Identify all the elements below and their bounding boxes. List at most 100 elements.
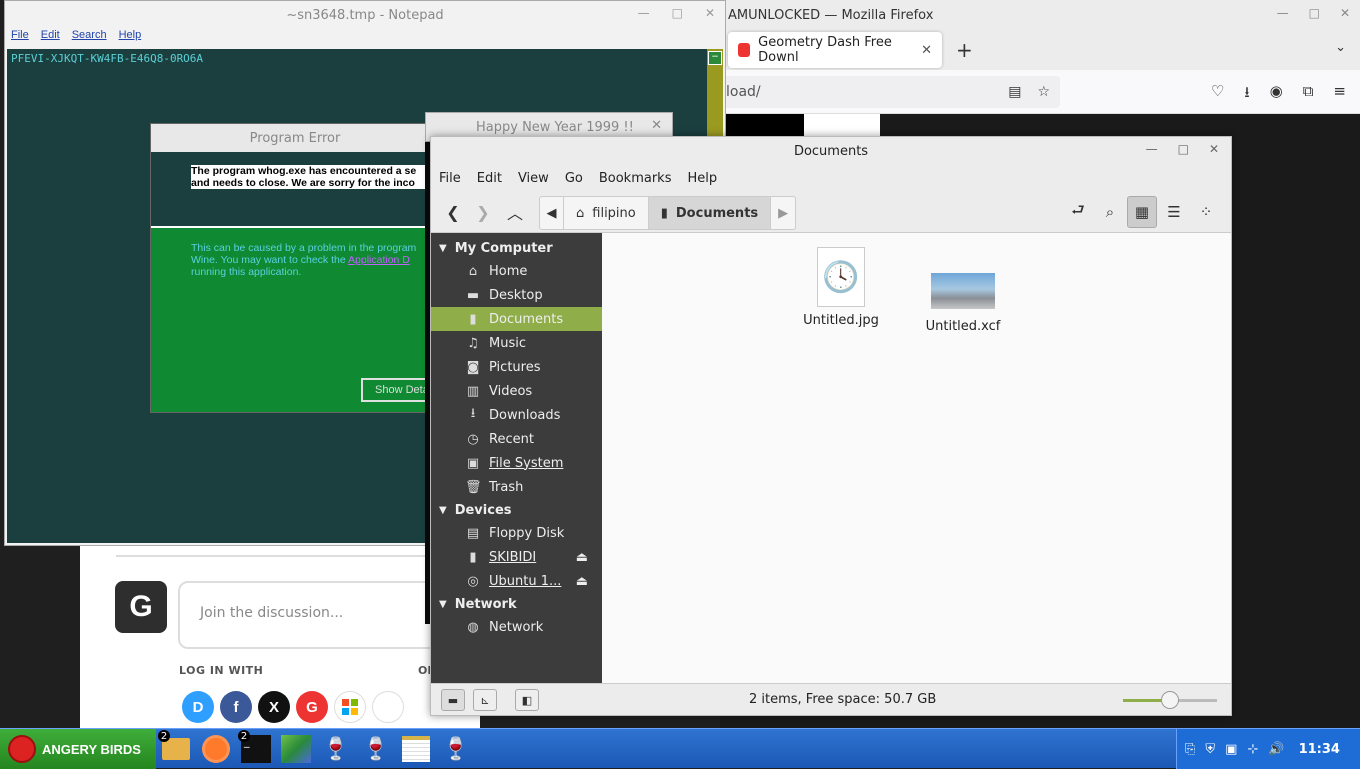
download-icon[interactable]: ⭳ — [1244, 82, 1249, 107]
expander-icon[interactable]: ▼ — [439, 243, 447, 254]
menu-file[interactable]: File — [439, 171, 461, 186]
menu-help[interactable]: Help — [687, 171, 717, 186]
file-manager-title: Documents — [793, 143, 869, 159]
microsoft-login-icon[interactable] — [334, 691, 366, 723]
minimize-icon[interactable]: — — [638, 6, 650, 20]
menu-edit[interactable]: Edit — [41, 29, 60, 47]
scroll-up-icon[interactable]: − — [708, 51, 722, 65]
icon-view-icon[interactable]: ▦ — [1127, 196, 1157, 228]
clock-icon: 🕓 — [817, 247, 865, 307]
chevron-down-icon[interactable]: ⌄ — [1335, 40, 1346, 55]
taskbar-wine-3[interactable]: 🍷 — [440, 733, 472, 765]
sidebar-item[interactable]: ▮ Documents — [431, 307, 602, 331]
sidebar-item[interactable]: ▮ SKIBIDI ⏏ — [431, 545, 602, 569]
sidebar-item[interactable]: ◷ Recent — [431, 427, 602, 451]
eject-icon[interactable]: ⏏ — [576, 550, 588, 565]
sidebar-item[interactable]: ▣ File System — [431, 451, 602, 475]
breadcrumb-documents[interactable]: ▮ Documents — [648, 197, 772, 229]
reader-view-icon[interactable]: ▤ — [1008, 84, 1021, 100]
maximize-icon[interactable]: □ — [1309, 6, 1320, 20]
close-icon[interactable]: ✕ — [1209, 142, 1219, 156]
browser-tab[interactable]: Geometry Dash Free Downl ✕ — [728, 32, 942, 68]
disqus-login-icon[interactable]: D — [182, 691, 214, 723]
taskbar-app-grid[interactable] — [280, 733, 312, 765]
menu-view[interactable]: View — [518, 171, 549, 186]
menu-go[interactable]: Go — [565, 171, 583, 186]
pocket-icon[interactable]: ♡ — [1211, 82, 1224, 107]
clock[interactable]: 11:34 — [1299, 742, 1340, 757]
hide-sidebar-icon[interactable]: ◧ — [515, 689, 539, 711]
eject-icon[interactable]: ⏏ — [576, 574, 588, 589]
taskbar-files[interactable]: 2 — [158, 730, 192, 765]
breadcrumb-right-icon[interactable]: ▶ — [771, 197, 795, 229]
menu-file[interactable]: File — [11, 29, 29, 47]
show-places-icon[interactable]: ▬ — [441, 689, 465, 711]
taskbar-notepad[interactable] — [400, 733, 432, 765]
new-tab-icon[interactable]: + — [956, 38, 973, 62]
search-icon[interactable]: ⌕ — [1095, 196, 1125, 228]
menu-search[interactable]: Search — [72, 29, 107, 47]
file-view[interactable]: 🕓 Untitled.jpg Untitled.xcf — [602, 233, 1231, 685]
list-view-icon[interactable]: ☰ — [1159, 196, 1189, 228]
taskbar-wine-1[interactable]: 🍷 — [320, 733, 352, 765]
close-icon[interactable]: ✕ — [651, 118, 662, 133]
volume-icon[interactable]: 🔊 — [1268, 742, 1284, 757]
sidebar-item[interactable]: ◍ Network — [431, 615, 602, 639]
sidebar-item[interactable]: ▬ Desktop — [431, 283, 602, 307]
taskbar-wine-2[interactable]: 🍷 — [360, 733, 392, 765]
x-login-icon[interactable]: X — [258, 691, 290, 723]
compact-view-icon[interactable]: ⁘ — [1191, 196, 1221, 228]
menu-bookmarks[interactable]: Bookmarks — [599, 171, 672, 186]
start-button[interactable]: ANGERY BIRDS — [0, 729, 156, 769]
expander-icon[interactable]: ▼ — [439, 505, 447, 516]
file-item[interactable]: Untitled.xcf — [918, 247, 1008, 334]
back-icon[interactable]: ❮ — [441, 200, 465, 224]
menu-help[interactable]: Help — [119, 29, 142, 47]
breadcrumb-left-icon[interactable]: ◀ — [540, 197, 564, 229]
sidebar-item[interactable]: ⌂ Home — [431, 259, 602, 283]
zoom-slider[interactable] — [1123, 691, 1217, 709]
close-icon[interactable]: ✕ — [1340, 6, 1350, 20]
sidebar-item[interactable]: 🗑 Trash — [431, 475, 602, 499]
close-icon[interactable]: ✕ — [705, 6, 715, 20]
breadcrumb-home[interactable]: ⌂ filipino — [564, 197, 649, 229]
google-login-icon[interactable]: G — [296, 691, 328, 723]
sidebar-section-header[interactable]: ▼ Devices — [431, 499, 602, 521]
minimize-icon[interactable]: — — [1277, 6, 1289, 20]
forward-icon[interactable]: ❯ — [471, 200, 495, 224]
menu-edit[interactable]: Edit — [477, 171, 502, 186]
hamburger-menu-icon[interactable]: ≡ — [1333, 82, 1346, 107]
bookmark-star-icon[interactable]: ☆ — [1037, 84, 1050, 100]
zoom-knob[interactable] — [1161, 691, 1179, 709]
sidebar-item[interactable]: ♫ Music — [431, 331, 602, 355]
expander-icon[interactable]: ▼ — [439, 599, 447, 610]
social-login-buttons: D f X G — [182, 691, 404, 723]
apple-login-icon[interactable] — [372, 691, 404, 723]
app-db-link[interactable]: Application D — [348, 254, 410, 266]
sidebar-section-header[interactable]: ▼ Network — [431, 593, 602, 615]
account-icon[interactable]: ◉ — [1270, 82, 1283, 107]
facebook-login-icon[interactable]: f — [220, 691, 252, 723]
taskbar-firefox[interactable] — [200, 733, 232, 765]
sidebar-item[interactable]: ▥ Videos — [431, 379, 602, 403]
network-icon[interactable]: ⊹ — [1247, 742, 1258, 757]
sidebar-item[interactable]: ⭳ Downloads — [431, 403, 602, 427]
shield-icon[interactable]: ⛨ — [1205, 742, 1215, 757]
update-icon[interactable]: ▣ — [1225, 742, 1237, 757]
maximize-icon[interactable]: □ — [1178, 142, 1189, 156]
sidebar-item[interactable]: ◎ Ubuntu 1... ⏏ — [431, 569, 602, 593]
show-tree-icon[interactable]: ⊾ — [473, 689, 497, 711]
tab-close-icon[interactable]: ✕ — [921, 43, 932, 58]
extensions-icon[interactable]: ⧉ — [1303, 82, 1314, 107]
url-bar[interactable]: load/ ▤ ☆ — [720, 76, 1060, 108]
up-icon[interactable]: ︿ — [503, 200, 527, 224]
sidebar-section-header[interactable]: ▼ My Computer — [431, 237, 602, 259]
minimize-icon[interactable]: — — [1146, 142, 1158, 156]
maximize-icon[interactable]: □ — [672, 6, 683, 20]
clipboard-icon[interactable]: ⎘ — [1185, 742, 1195, 757]
toggle-location-icon[interactable]: ⮐ — [1063, 196, 1093, 228]
sidebar-item[interactable]: ▤ Floppy Disk — [431, 521, 602, 545]
sidebar-item[interactable]: ◙ Pictures — [431, 355, 602, 379]
file-item[interactable]: 🕓 Untitled.jpg — [796, 247, 886, 328]
taskbar-terminal[interactable]: 2 _ — [238, 730, 272, 765]
